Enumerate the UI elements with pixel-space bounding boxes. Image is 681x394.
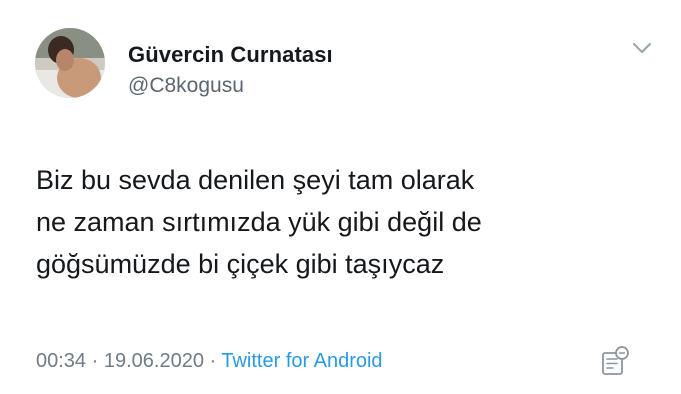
chevron-down-icon[interactable]	[631, 40, 653, 56]
tweet-text-line: ne zaman sırtımızda yük gibi değil de	[36, 207, 482, 237]
avatar[interactable]	[35, 28, 105, 98]
display-name[interactable]: Güvercin Curnatası	[128, 42, 333, 68]
tweet-text: Biz bu sevda denilen şeyi tam olarak ne …	[36, 159, 656, 285]
tweet-time[interactable]: 00:34	[36, 350, 86, 372]
tweet-text-line: Biz bu sevda denilen şeyi tam olarak	[36, 165, 475, 195]
tweet-card: Güvercin Curnatası @C8kogusu Biz bu sevd…	[0, 0, 681, 394]
avatar-image	[35, 28, 105, 98]
meta-separator: ·	[91, 350, 104, 372]
tweet-source-link[interactable]: Twitter for Android	[221, 350, 382, 372]
username[interactable]: @C8kogusu	[128, 74, 244, 98]
tweet-date[interactable]: 19.06.2020	[104, 350, 204, 372]
tweet-meta: 00:34 · 19.06.2020 · Twitter for Android	[36, 350, 383, 373]
tweet-analytics-icon[interactable]	[600, 345, 630, 377]
meta-separator: ·	[209, 350, 222, 372]
tweet-text-line: göğsümüzde bi çiçek gibi taşıycaz	[36, 249, 445, 279]
